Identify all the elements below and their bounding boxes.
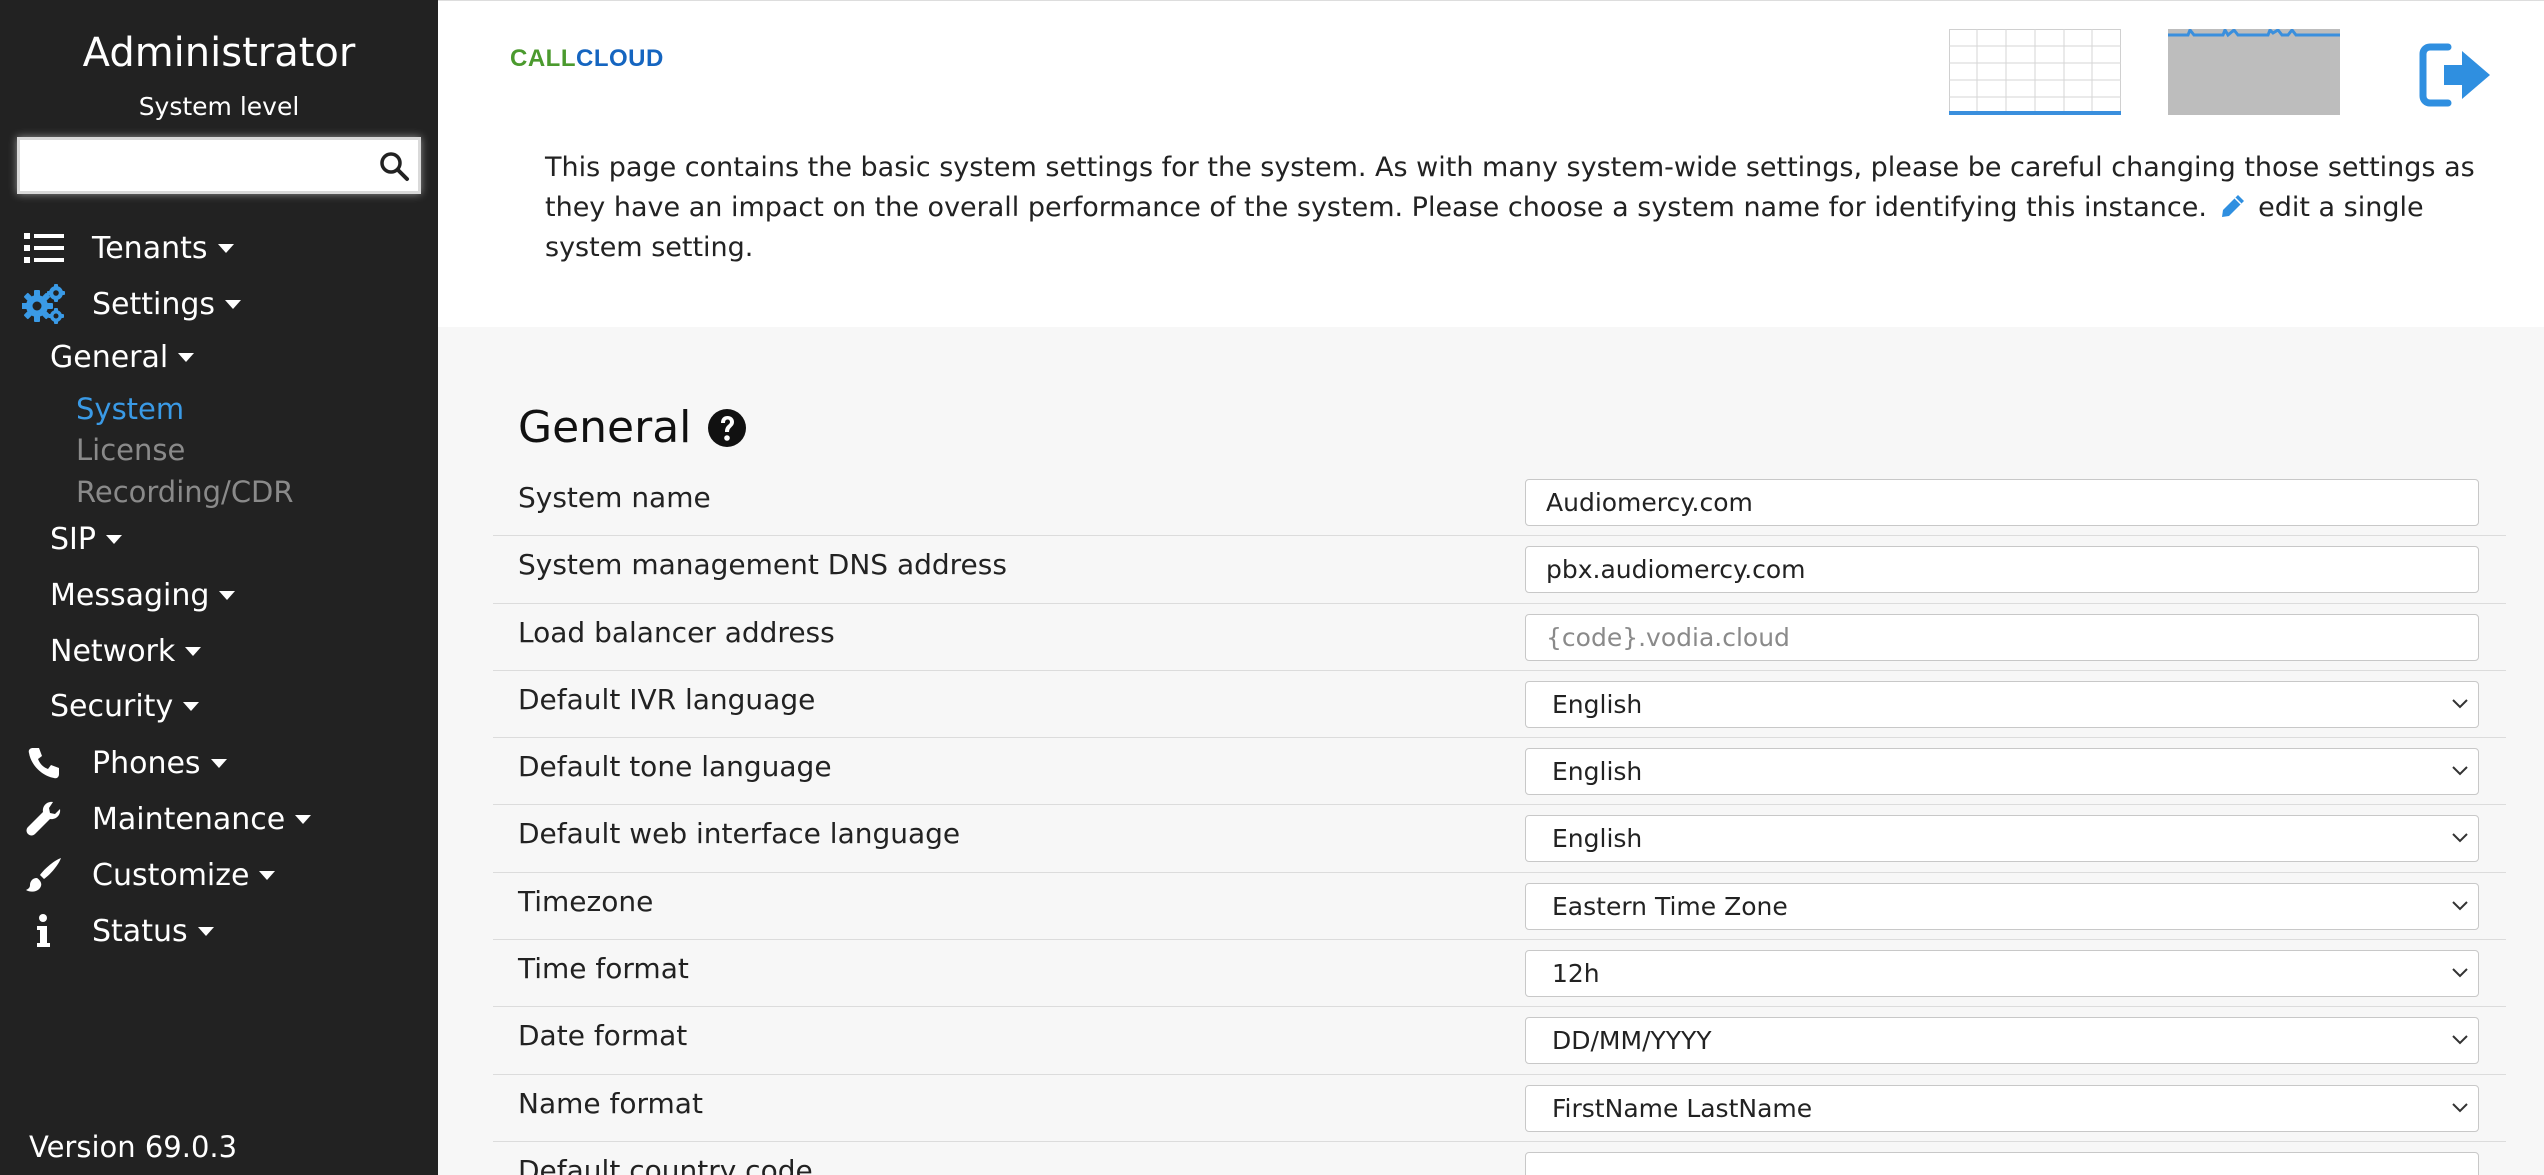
sidebar-item-license[interactable]: License — [76, 433, 185, 467]
sidebar-item-label: General — [50, 340, 169, 375]
sidebar-item-general[interactable]: General — [50, 340, 195, 375]
caret-down-icon — [219, 591, 236, 600]
setting-label: Load balancer address — [518, 615, 835, 649]
setting-label: System management DNS address — [518, 548, 1007, 582]
sidebar-item-phones[interactable]: Phones — [22, 743, 227, 783]
sidebar-title: Administrator — [82, 30, 356, 76]
sidebar-item-recording-cdr[interactable]: Recording/CDR — [76, 475, 294, 509]
sidebar-item-network[interactable]: Network — [50, 634, 202, 669]
setting-row-load-balancer: Load balancer address — [493, 604, 2506, 671]
setting-row-tone-language: Default tone language English — [493, 738, 2506, 806]
sidebar-item-label: Security — [50, 689, 174, 724]
sidebar-item-label: Phones — [92, 745, 201, 781]
dns-address-input[interactable] — [1525, 546, 2479, 594]
setting-row-name-format: Name format FirstName LastName — [493, 1075, 2506, 1142]
logo-part-cloud: CLOUD — [575, 45, 664, 72]
search-icon[interactable] — [378, 150, 410, 182]
timezone-select[interactable]: Eastern Time Zone — [1525, 882, 2479, 930]
ivr-language-select[interactable]: English — [1525, 680, 2479, 728]
sidebar-item-settings[interactable]: Settings — [22, 284, 242, 324]
caret-down-icon — [217, 243, 234, 253]
wrench-icon — [22, 799, 66, 839]
sidebar-item-label: SIP — [50, 522, 96, 557]
info-icon — [22, 911, 66, 951]
tone-language-select[interactable]: English — [1525, 748, 2479, 796]
date-format-select[interactable]: DD/MM/YYYY — [1525, 1017, 2479, 1065]
search-input[interactable] — [20, 140, 360, 191]
pencil-icon[interactable] — [2220, 193, 2246, 219]
sidebar-item-tenants[interactable]: Tenants — [22, 228, 234, 268]
brush-icon — [22, 855, 66, 895]
section-title-text: General — [518, 402, 692, 453]
country-code-input[interactable] — [1525, 1151, 2479, 1175]
caret-down-icon — [197, 926, 214, 936]
graph-view-icon[interactable] — [2168, 29, 2340, 115]
gears-icon — [22, 284, 66, 324]
help-icon[interactable] — [707, 408, 747, 448]
time-format-select[interactable]: 12h — [1525, 950, 2479, 998]
system-name-input[interactable] — [1525, 479, 2479, 526]
caret-down-icon — [178, 353, 195, 362]
setting-label: Time format — [518, 952, 689, 986]
caret-down-icon — [210, 758, 227, 768]
setting-row-system-name: System name — [493, 469, 2506, 537]
page-description: This page contains the basic system sett… — [545, 148, 2490, 268]
name-format-select[interactable]: FirstName LastName — [1525, 1084, 2479, 1132]
caret-down-icon — [105, 535, 122, 544]
caret-down-icon — [183, 702, 200, 711]
sidebar-item-label: Network — [50, 634, 176, 669]
setting-label: Timezone — [518, 884, 654, 918]
caret-down-icon — [185, 647, 202, 656]
list-icon — [22, 228, 66, 268]
caret-down-icon — [225, 299, 242, 309]
sidebar-item-customize[interactable]: Customize — [22, 855, 276, 895]
setting-row-ivr-language: Default IVR language English — [493, 671, 2506, 739]
top-header: CALLCLOUD — [438, 0, 2544, 140]
sidebar-item-maintenance[interactable]: Maintenance — [22, 799, 312, 839]
description-text: This page contains the basic system sett… — [545, 152, 2475, 223]
sidebar-item-label: Tenants — [92, 230, 208, 266]
setting-row-dns-address: System management DNS address — [493, 536, 2506, 604]
setting-row-web-language: Default web interface language English — [493, 805, 2506, 873]
sidebar-item-label: Settings — [92, 286, 216, 322]
sidebar-item-sip[interactable]: SIP — [50, 522, 122, 557]
sidebar-item-label: Customize — [92, 857, 250, 893]
setting-label: Date format — [518, 1019, 688, 1053]
grid-view-icon[interactable] — [1949, 29, 2121, 115]
setting-row-time-format: Time format 12h — [493, 940, 2506, 1008]
sidebar-item-label: Maintenance — [92, 801, 286, 837]
setting-row-date-format: Date format DD/MM/YYYY — [493, 1007, 2506, 1075]
sidebar-search — [17, 137, 421, 194]
sidebar-item-security[interactable]: Security — [50, 689, 200, 724]
sidebar-item-status[interactable]: Status — [22, 911, 214, 951]
sidebar: Administrator System level Tenants Setti… — [0, 0, 438, 1175]
setting-label: Default tone language — [518, 750, 832, 784]
setting-label: Name format — [518, 1086, 703, 1120]
sidebar-item-label: Messaging — [50, 578, 210, 613]
setting-row-timezone: Timezone Eastern Time Zone — [493, 873, 2506, 941]
load-balancer-input[interactable] — [1525, 613, 2479, 661]
sidebar-item-system[interactable]: System — [76, 392, 184, 426]
web-language-select[interactable]: English — [1525, 815, 2479, 863]
setting-row-country-code: Default country code — [493, 1142, 2506, 1175]
setting-label: Default IVR language — [518, 682, 816, 716]
section-title: General — [518, 402, 747, 453]
description-panel: This page contains the basic system sett… — [438, 140, 2544, 327]
callcloud-logo[interactable]: CALLCLOUD — [510, 45, 664, 73]
sidebar-subtitle: System level — [138, 92, 300, 121]
phone-icon — [22, 743, 66, 783]
sidebar-item-messaging[interactable]: Messaging — [50, 578, 236, 613]
settings-table: System name System management DNS addres… — [493, 469, 2506, 1175]
setting-label: Default country code — [518, 1153, 813, 1175]
setting-label: System name — [518, 481, 711, 514]
version-label: Version 69.0.3 — [29, 1130, 238, 1164]
caret-down-icon — [295, 814, 312, 824]
logo-part-call: CALL — [510, 45, 576, 72]
setting-label: Default web interface language — [518, 817, 961, 851]
logout-icon[interactable] — [2418, 41, 2494, 109]
sidebar-item-label: Status — [92, 913, 188, 949]
caret-down-icon — [259, 870, 276, 880]
